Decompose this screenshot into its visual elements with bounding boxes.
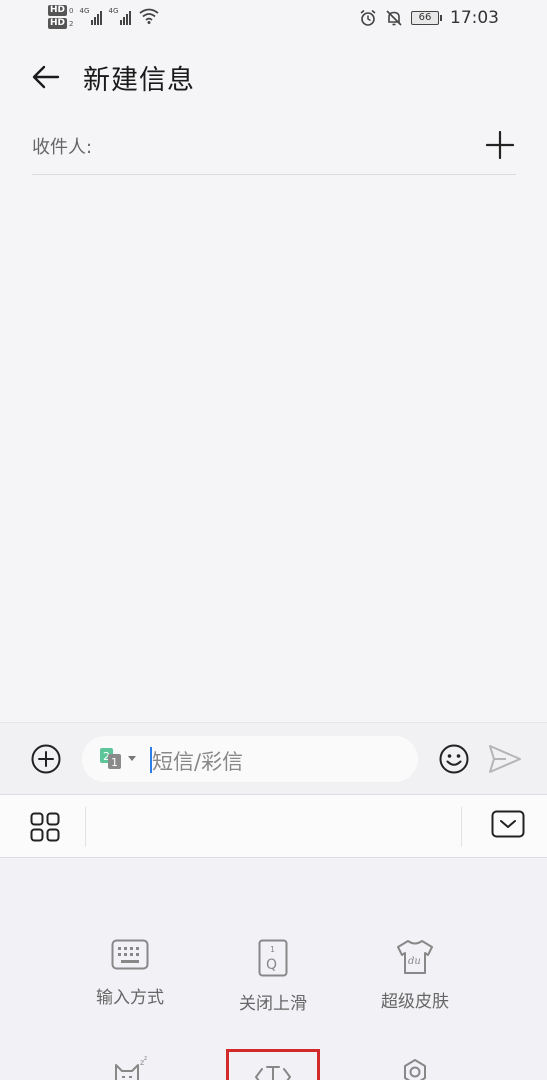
tile-input-method[interactable]: 输入方式 — [70, 939, 190, 1008]
keyboard-toolbar — [0, 794, 547, 858]
tile-super-skin[interactable]: du 超级皮肤 — [355, 939, 475, 1012]
compose-bar: 2 1 短信/彩信 — [0, 722, 547, 794]
keyboard-icon — [111, 939, 149, 970]
mute-notification-icon — [386, 10, 402, 26]
hd-badge: HD — [48, 5, 68, 16]
send-icon[interactable] — [488, 744, 522, 774]
grid-menu-icon[interactable] — [30, 812, 60, 842]
selection-highlight-box — [226, 1049, 320, 1080]
hd-sim-index: 0 — [69, 6, 74, 15]
hd-badge: HD — [48, 18, 68, 29]
add-attachment-icon[interactable] — [30, 743, 62, 775]
status-left: HD 0 HD 2 4G 4G — [48, 5, 160, 29]
swipe-off-icon: 1 Q — [258, 939, 288, 977]
back-arrow-icon[interactable] — [30, 61, 62, 93]
sim-back-number: 1 — [111, 756, 118, 769]
svg-text:Q: Q — [266, 957, 277, 973]
tile-label: 关闭上滑 — [239, 994, 307, 1014]
settings-icon — [404, 1059, 426, 1080]
network-type: 4G — [108, 7, 119, 15]
wifi-icon — [139, 8, 160, 24]
cat-sleep-icon: z z — [115, 1055, 147, 1080]
svg-text:z: z — [144, 1055, 147, 1062]
message-placeholder: 短信/彩信 — [152, 750, 244, 774]
clock: 17:03 — [450, 8, 499, 28]
signal-sim1-icon: 4G — [79, 5, 103, 25]
status-right: 66 17:03 — [359, 8, 499, 28]
emoji-icon[interactable] — [438, 743, 470, 775]
keyboard-panel: 输入方式 1 Q 关闭上滑 du 超级皮肤 z z — [0, 859, 547, 1080]
tile-sleep-mode[interactable]: z z — [70, 1055, 190, 1080]
page-title: 新建信息 — [83, 65, 195, 96]
tile-label: 超级皮肤 — [381, 992, 449, 1012]
hd-sim-index: 2 — [69, 19, 74, 28]
chevron-down-icon[interactable] — [128, 756, 136, 762]
tile-swipe-off[interactable]: 1 Q 关闭上滑 — [213, 939, 333, 1014]
recipient-label: 收件人: — [32, 137, 93, 158]
collapse-keyboard-icon[interactable] — [491, 810, 525, 838]
network-type: 4G — [79, 7, 90, 15]
sim-switch-icon[interactable]: 2 1 — [100, 748, 122, 770]
svg-text:du: du — [408, 956, 421, 967]
message-input[interactable]: 2 1 短信/彩信 — [82, 736, 418, 782]
tshirt-icon: du — [397, 940, 433, 974]
tile-label: 输入方式 — [96, 988, 164, 1008]
svg-text:1: 1 — [270, 945, 275, 954]
toolbar-divider — [461, 807, 462, 847]
add-contact-icon[interactable] — [486, 131, 514, 159]
alarm-icon — [360, 9, 376, 26]
header: 新建信息 — [0, 55, 547, 100]
toolbar-divider — [85, 807, 86, 847]
battery-level: 66 — [411, 11, 439, 25]
battery-icon: 66 — [411, 11, 442, 25]
recipient-row[interactable]: 收件人: — [32, 123, 516, 175]
tile-settings[interactable] — [355, 1057, 475, 1080]
signal-sim2-icon: 4G — [108, 5, 132, 25]
status-bar: HD 0 HD 2 4G 4G 66 17:03 — [0, 0, 547, 40]
